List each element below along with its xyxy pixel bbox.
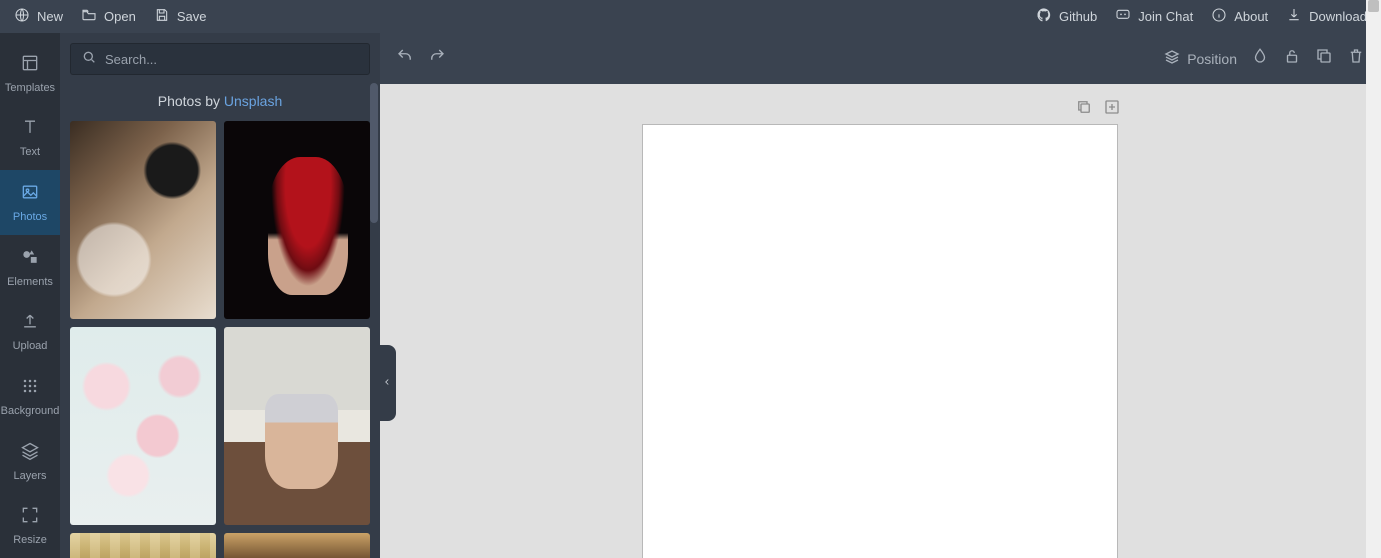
main-area: Position [380, 33, 1381, 558]
sidebar-tab-text[interactable]: Text [0, 106, 60, 171]
position-button[interactable]: Position [1163, 48, 1237, 69]
panel-collapse-handle[interactable] [378, 345, 396, 421]
delete-button[interactable] [1347, 47, 1365, 70]
save-button[interactable]: Save [154, 7, 207, 26]
panel-scrollbar-thumb[interactable] [370, 83, 378, 223]
layers-icon [20, 441, 40, 464]
layers-icon [1163, 48, 1181, 69]
photo-thumbnail[interactable] [70, 327, 216, 525]
globe-icon [14, 7, 30, 26]
folder-open-icon [81, 7, 97, 26]
duplicate-page-button[interactable] [1075, 98, 1093, 121]
sidebar-item-label: Photos [13, 211, 47, 223]
new-button[interactable]: New [14, 7, 63, 26]
opacity-button[interactable] [1251, 47, 1269, 70]
attribution-prefix: Photos by [158, 93, 224, 109]
save-icon [154, 7, 170, 26]
open-label: Open [104, 9, 136, 24]
sidebar-tab-resize[interactable]: Resize [0, 493, 60, 558]
about-label: About [1234, 9, 1268, 24]
sidebar-tab-photos[interactable]: Photos [0, 170, 60, 235]
search-input[interactable] [105, 52, 359, 67]
github-label: Github [1059, 9, 1097, 24]
editor-toolbar: Position [380, 33, 1381, 84]
photo-grid [70, 121, 370, 558]
sidebar-tab-background[interactable]: Background [0, 364, 60, 429]
new-label: New [37, 9, 63, 24]
chevron-left-icon [382, 374, 392, 392]
attribution-link[interactable]: Unsplash [224, 93, 282, 109]
photos-icon [20, 182, 40, 205]
photo-thumbnail[interactable] [224, 327, 370, 525]
templates-icon [20, 53, 40, 76]
resize-icon [20, 505, 40, 528]
upload-icon [20, 311, 40, 334]
join-chat-label: Join Chat [1138, 9, 1193, 24]
photo-thumbnail[interactable] [224, 121, 370, 319]
sidebar-item-label: Elements [7, 276, 53, 288]
position-label: Position [1187, 51, 1237, 67]
photo-thumbnail[interactable] [70, 121, 216, 319]
sidebar-item-label: Upload [13, 340, 48, 352]
duplicate-button[interactable] [1315, 47, 1333, 70]
sidebar-tab-templates[interactable]: Templates [0, 41, 60, 106]
sidebar-item-label: Resize [13, 534, 47, 546]
top-menubar: New Open Save Github [0, 0, 1381, 33]
design-canvas[interactable] [642, 124, 1118, 558]
sidebar-tab-upload[interactable]: Upload [0, 300, 60, 365]
photo-grid-scroll[interactable] [60, 121, 380, 558]
github-icon [1036, 7, 1052, 26]
lock-button[interactable] [1283, 47, 1301, 70]
search-field[interactable] [70, 43, 370, 75]
left-sidebar: Templates Text Photos Elements Upload Ba… [0, 33, 60, 558]
add-page-button[interactable] [1103, 98, 1121, 121]
undo-button[interactable] [396, 47, 414, 70]
side-panel: Photos by Unsplash [60, 33, 380, 558]
about-link[interactable]: About [1211, 7, 1268, 26]
text-icon [20, 117, 40, 140]
photo-thumbnail[interactable] [224, 533, 370, 558]
discord-icon [1115, 7, 1131, 26]
redo-button[interactable] [428, 47, 446, 70]
search-wrap [60, 33, 380, 79]
page-scrollbar-thumb[interactable] [1368, 0, 1379, 12]
elements-icon [20, 247, 40, 270]
page-mini-toolbar [1075, 98, 1121, 121]
attribution: Photos by Unsplash [60, 79, 380, 121]
menubar-right-group: Github Join Chat About Download [1036, 7, 1367, 26]
save-label: Save [177, 9, 207, 24]
menubar-left-group: New Open Save [14, 7, 206, 26]
join-chat-link[interactable]: Join Chat [1115, 7, 1193, 26]
sidebar-item-label: Templates [5, 82, 55, 94]
sidebar-tab-elements[interactable]: Elements [0, 235, 60, 300]
body-row: Templates Text Photos Elements Upload Ba… [0, 33, 1381, 558]
sidebar-tab-layers[interactable]: Layers [0, 429, 60, 494]
search-icon [81, 49, 97, 70]
app-root: New Open Save Github [0, 0, 1381, 558]
open-button[interactable]: Open [81, 7, 136, 26]
sidebar-item-label: Text [20, 146, 40, 158]
background-icon [20, 376, 40, 399]
download-button[interactable]: Download [1286, 7, 1367, 26]
download-label: Download [1309, 9, 1367, 24]
sidebar-item-label: Layers [13, 470, 46, 482]
info-icon [1211, 7, 1227, 26]
photo-thumbnail[interactable] [70, 533, 216, 558]
canvas-viewport[interactable] [380, 84, 1381, 558]
page-scrollbar[interactable] [1366, 0, 1381, 558]
github-link[interactable]: Github [1036, 7, 1097, 26]
download-icon [1286, 7, 1302, 26]
sidebar-item-label: Background [1, 405, 60, 417]
